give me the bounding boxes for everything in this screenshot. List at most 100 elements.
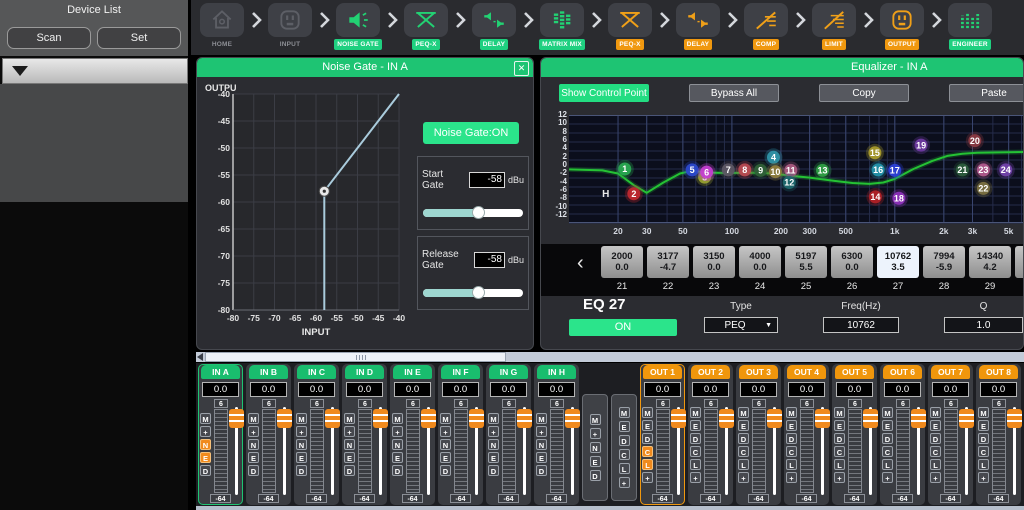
channel-button-+[interactable]: +: [834, 472, 845, 483]
channel-gain-value[interactable]: 0.0: [692, 382, 729, 397]
channel-button-e[interactable]: E: [690, 420, 701, 431]
eq-on-button[interactable]: ON: [569, 319, 677, 336]
channel-gain-value[interactable]: 0.0: [980, 382, 1017, 397]
toolbar-item-output[interactable]: OUTPUT: [877, 3, 927, 50]
release-gate-slider[interactable]: [423, 289, 523, 297]
channel-button-m[interactable]: M: [930, 407, 941, 418]
channel-gain-value[interactable]: 0.0: [346, 382, 383, 397]
channel-strip-in-f[interactable]: IN F0.06M+NED-64: [438, 364, 483, 505]
channel-strip-in-a[interactable]: IN A0.06M+NED-64: [198, 364, 243, 505]
channel-strip-in-d[interactable]: IN D0.06M+NED-64: [342, 364, 387, 505]
eq-point-17[interactable]: 17: [886, 161, 904, 179]
channel-button-e[interactable]: E: [642, 420, 653, 431]
toolbar-item-home[interactable]: HOME: [197, 3, 247, 50]
channel-button-e[interactable]: E: [392, 452, 403, 463]
fader-handle[interactable]: [719, 409, 734, 428]
channel-button-m[interactable]: M: [344, 413, 355, 424]
channel-button-+[interactable]: +: [296, 426, 307, 437]
scroll-left-arrow-icon[interactable]: [197, 353, 203, 361]
channel-button-m[interactable]: M: [488, 413, 499, 424]
channel-button-n[interactable]: N: [536, 439, 547, 450]
channel-button-e[interactable]: E: [296, 452, 307, 463]
channel-button-e[interactable]: E: [786, 420, 797, 431]
eq-point-19[interactable]: 19: [912, 136, 930, 154]
channel-button-c[interactable]: C: [642, 446, 653, 457]
channel-button-+[interactable]: +: [536, 426, 547, 437]
start-gate-value[interactable]: -58: [469, 172, 505, 188]
toolbar-item-delay[interactable]: DELAY: [469, 3, 519, 50]
channel-gain-value[interactable]: 0.0: [490, 382, 527, 397]
channel-gain-value[interactable]: 0.0: [250, 382, 287, 397]
channel-button-d[interactable]: D: [978, 433, 989, 444]
eq-band-cell[interactable]: 107623.5: [877, 246, 919, 278]
channel-button-d[interactable]: D: [930, 433, 941, 444]
channel-gain-value[interactable]: 0.0: [932, 382, 969, 397]
channel-button-n[interactable]: N: [296, 439, 307, 450]
channel-button-m[interactable]: M: [642, 407, 653, 418]
fader-handle[interactable]: [959, 409, 974, 428]
toolbar-item-input[interactable]: INPUT: [265, 3, 315, 50]
channel-button-d[interactable]: D: [738, 433, 749, 444]
channel-button-e[interactable]: E: [200, 452, 211, 463]
channel-button-m[interactable]: M: [978, 407, 989, 418]
channel-strip-out-3[interactable]: OUT 30.06MEDCL+-64: [736, 364, 781, 505]
eq-point-6[interactable]: 6: [698, 163, 716, 181]
fader-handle[interactable]: [373, 409, 388, 428]
channel-button-c[interactable]: C: [930, 446, 941, 457]
channel-button-m[interactable]: M: [248, 413, 259, 424]
channel-button-d[interactable]: D: [488, 465, 499, 476]
channel-button-+[interactable]: +: [690, 472, 701, 483]
channel-button-m[interactable]: M: [200, 413, 211, 424]
channel-button-+[interactable]: +: [248, 426, 259, 437]
channel-button-m[interactable]: M: [786, 407, 797, 418]
channel-strip-out-7[interactable]: OUT 70.06MEDCL+-64: [928, 364, 973, 505]
channel-button-m[interactable]: M: [536, 413, 547, 424]
channel-strip-out-2[interactable]: OUT 20.06MEDCL+-64: [688, 364, 733, 505]
fader-handle[interactable]: [421, 409, 436, 428]
channel-strip-out-4[interactable]: OUT 40.06MEDCL+-64: [784, 364, 829, 505]
bypass-all-button[interactable]: Bypass All: [689, 84, 779, 102]
channel-strip-out-5[interactable]: OUT 50.06MEDCL+-64: [832, 364, 877, 505]
channel-button-+[interactable]: +: [978, 472, 989, 483]
fader-handle[interactable]: [863, 409, 878, 428]
channel-button-m[interactable]: M: [882, 407, 893, 418]
eq-band-cell[interactable]: 51975.5: [785, 246, 827, 278]
set-button[interactable]: Set: [97, 27, 181, 49]
channel-button-l[interactable]: L: [690, 459, 701, 470]
channel-gain-value[interactable]: 0.0: [298, 382, 335, 397]
band-scroll-left-icon[interactable]: ‹: [577, 252, 584, 275]
channel-button-+[interactable]: +: [642, 472, 653, 483]
type-select[interactable]: PEQ ▼: [704, 317, 778, 333]
eq-point-2[interactable]: 2: [625, 185, 643, 203]
channel-button-m[interactable]: M: [440, 413, 451, 424]
toolbar-item-matrix-mix[interactable]: MATRIX MIX: [537, 3, 587, 50]
channel-gain-value[interactable]: 0.0: [740, 382, 777, 397]
eq-point-1[interactable]: 1: [616, 160, 634, 178]
channel-button-e[interactable]: E: [248, 452, 259, 463]
fader-handle[interactable]: [469, 409, 484, 428]
channel-button-c[interactable]: C: [834, 446, 845, 457]
eq-point-8[interactable]: 8: [736, 161, 754, 179]
eq-band-cell[interactable]: 7994-5.9: [923, 246, 965, 278]
fader-handle[interactable]: [767, 409, 782, 428]
slider-thumb[interactable]: [472, 286, 485, 299]
channel-button-+[interactable]: +: [738, 472, 749, 483]
channel-button-l[interactable]: L: [834, 459, 845, 470]
channel-button-e[interactable]: E: [440, 452, 451, 463]
channel-button-d[interactable]: D: [344, 465, 355, 476]
fader-handle[interactable]: [277, 409, 292, 428]
channel-strip-in-h[interactable]: IN H0.06M+NED-64: [534, 364, 579, 505]
channel-button-l[interactable]: L: [642, 459, 653, 470]
fader-handle[interactable]: [565, 409, 580, 428]
release-gate-value[interactable]: -58: [474, 252, 505, 268]
channel-button-c[interactable]: C: [690, 446, 701, 457]
channel-button-+[interactable]: +: [488, 426, 499, 437]
eq-point-12[interactable]: 12: [780, 174, 798, 192]
close-icon[interactable]: ✕: [514, 61, 529, 76]
channel-gain-value[interactable]: 0.0: [538, 382, 575, 397]
channel-button-+[interactable]: +: [930, 472, 941, 483]
device-dropdown[interactable]: [2, 58, 188, 84]
toolbar-item-noise-gate[interactable]: NOISE GATE: [333, 3, 383, 50]
scan-button[interactable]: Scan: [7, 27, 91, 49]
eq-point-18[interactable]: 18: [890, 189, 908, 207]
